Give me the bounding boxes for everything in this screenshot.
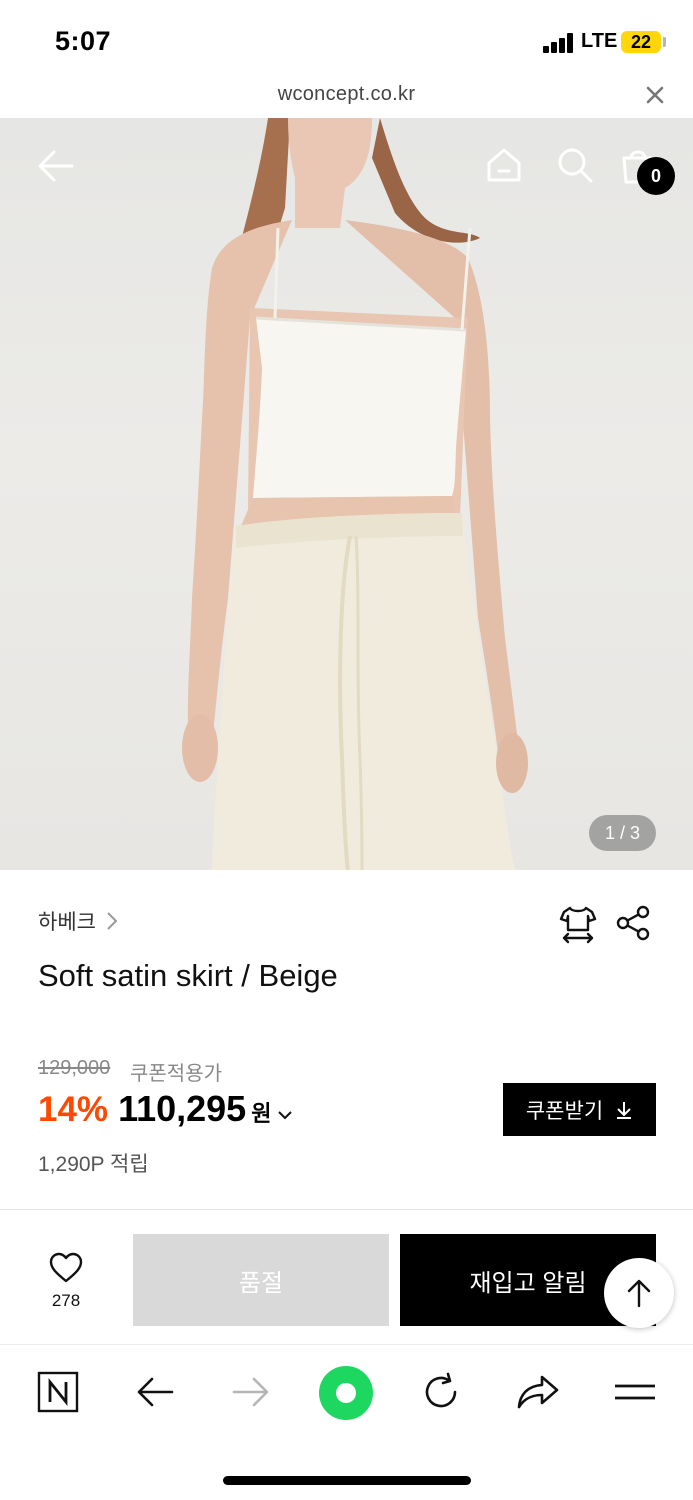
image-page-indicator: 1 / 3 [589,815,656,851]
battery-level: 22 [630,32,652,52]
original-price: 129,000 [38,1057,111,1079]
arrow-up-icon [627,1279,651,1308]
home-indicator [223,1476,471,1485]
soldout-button: 품절 [133,1234,389,1326]
arrow-left-icon[interactable] [132,1369,178,1415]
home-icon[interactable] [485,146,523,184]
get-coupon-button[interactable]: 쿠폰받기 [503,1083,656,1136]
wishlist-button[interactable]: 278 [36,1252,96,1311]
currency-label: 원 [251,1101,272,1126]
price-row[interactable]: 14% 110,295 원 [38,1088,293,1130]
product-image-carousel[interactable]: 0 1 / 3 [0,118,693,870]
back-arrow-icon[interactable] [36,146,76,186]
menu-icon[interactable] [612,1369,658,1415]
coupon-price-label: 쿠폰적용가 [130,1063,222,1085]
url-text[interactable]: wconcept.co.kr [0,83,693,106]
battery-icon: 22 [621,31,661,53]
cart-count-badge[interactable]: 0 [637,157,675,195]
green-dot-icon[interactable] [318,1365,374,1421]
share-icon[interactable] [614,904,652,942]
product-photo [182,118,528,870]
download-icon [617,1101,632,1119]
discount-rate: 14% [38,1090,109,1129]
brand-link[interactable]: 하베크 [38,906,118,936]
chevron-right-icon [107,912,118,930]
network-label: LTE [581,30,618,52]
product-title: Soft satin skirt / Beige [38,958,338,993]
status-bar: 5:07 LTE 22 [0,0,693,80]
get-coupon-label: 쿠폰받기 [525,1099,604,1123]
refresh-icon[interactable] [418,1369,464,1415]
arrow-right-icon[interactable] [228,1369,274,1415]
status-time: 5:07 [55,26,112,56]
wishlist-count: 278 [51,1291,81,1310]
sale-price: 110,295 [118,1088,247,1129]
url-bar[interactable]: wconcept.co.kr [0,80,693,118]
reward-points: 1,290P 적립 [38,1153,149,1176]
close-icon[interactable] [644,84,666,106]
naver-n-icon[interactable] [35,1369,81,1415]
size-guide-icon[interactable] [558,904,598,944]
battery-tip [663,37,666,47]
scroll-to-top-button[interactable] [604,1258,674,1328]
brand-name[interactable]: 하베크 [38,906,96,936]
search-icon[interactable] [556,146,594,184]
forward-share-icon[interactable] [515,1369,561,1415]
heart-icon [49,1252,83,1283]
signal-icon [543,33,575,53]
chevron-down-icon[interactable] [277,1109,293,1121]
divider [0,1209,693,1210]
